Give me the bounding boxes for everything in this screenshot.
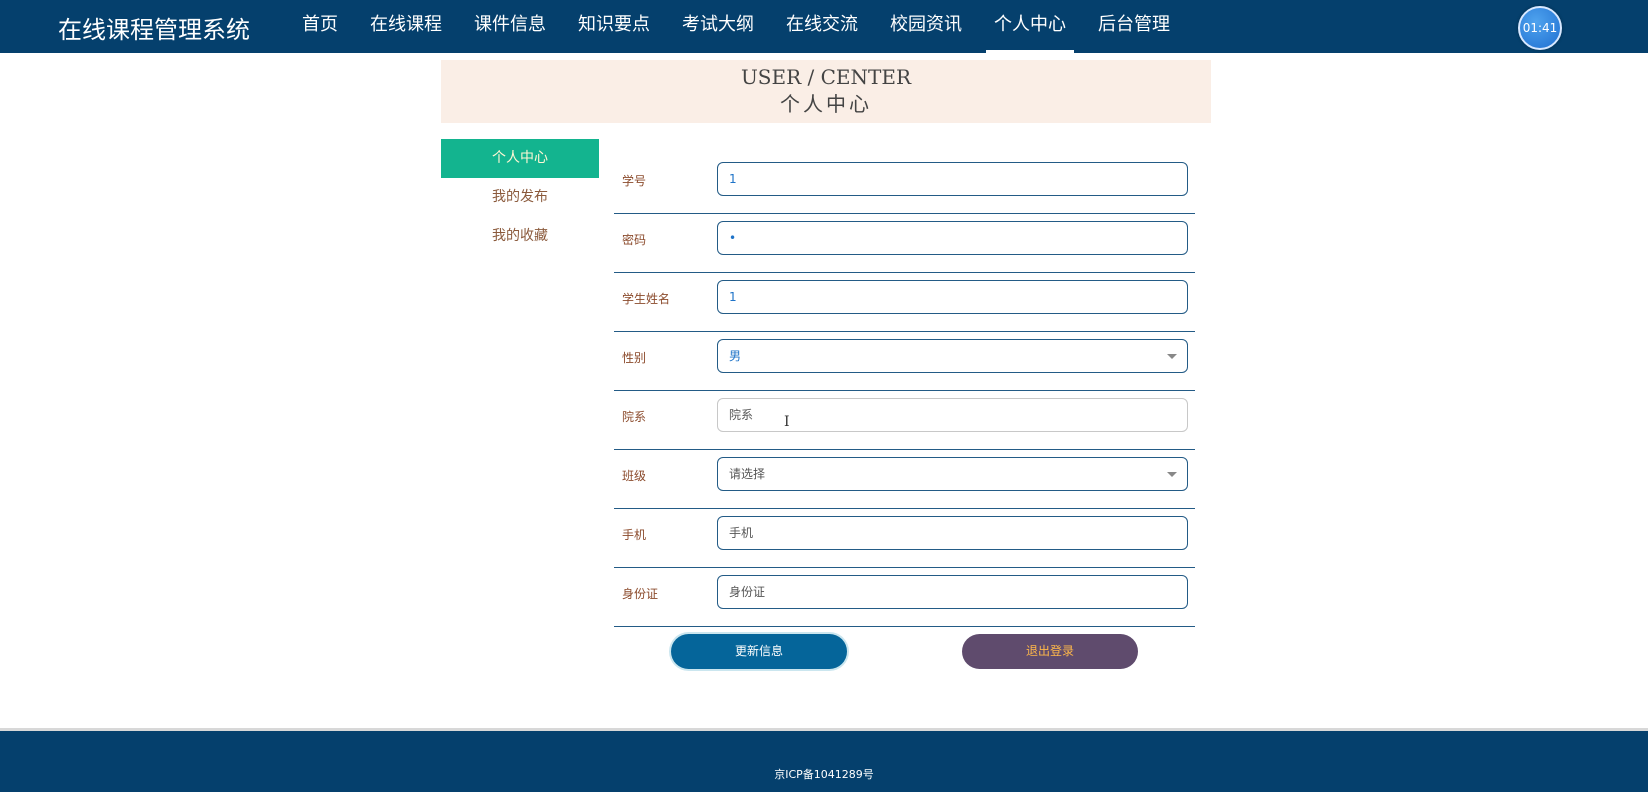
gender-selected-value: 男 [729, 349, 742, 363]
sidebar: 个人中心 我的发布 我的收藏 [441, 139, 599, 256]
icp-record: 京ICP备1041289号 [774, 768, 874, 781]
text-cursor-icon: I [784, 414, 790, 430]
clock-badge: 01:41 [1518, 6, 1562, 50]
form-row-student-no: 学号 1 [614, 155, 1195, 214]
update-info-button[interactable]: 更新信息 [671, 634, 847, 669]
page-banner: USER / CENTER 个人中心 [441, 60, 1211, 123]
nav-user-center[interactable]: 个人中心 [986, 0, 1074, 53]
nav-exam-outline[interactable]: 考试大纲 [674, 0, 762, 53]
banner-title-zh: 个人中心 [780, 92, 872, 116]
form-row-department: 院系 院系 I [614, 391, 1195, 450]
gender-select[interactable]: 男 [717, 339, 1188, 373]
form-row-student-name: 学生姓名 1 [614, 273, 1195, 332]
chevron-down-icon [1167, 472, 1177, 477]
gender-label: 性别 [622, 351, 647, 365]
id-card-label: 身份证 [622, 587, 659, 601]
form-row-id-card: 身份证 身份证 [614, 568, 1195, 627]
student-name-input[interactable]: 1 [717, 280, 1188, 314]
top-navbar: 在线课程管理系统 首页 在线课程 课件信息 知识要点 考试大纲 在线交流 校园资… [0, 0, 1648, 53]
nav-campus-news[interactable]: 校园资讯 [882, 0, 970, 53]
password-label: 密码 [622, 233, 647, 247]
student-name-label: 学生姓名 [622, 292, 671, 306]
profile-form: 学号 1 密码 • 学生姓名 1 性别 男 院系 院系 I 班级 请选择 手机 … [614, 155, 1195, 627]
logout-button[interactable]: 退出登录 [962, 634, 1138, 669]
nav-forum[interactable]: 在线交流 [778, 0, 866, 53]
form-row-class: 班级 请选择 [614, 450, 1195, 509]
sidebar-item-my-favorites[interactable]: 我的收藏 [441, 217, 599, 256]
nav-online-course[interactable]: 在线课程 [362, 0, 450, 53]
form-row-password: 密码 • [614, 214, 1195, 273]
nav-courseware[interactable]: 课件信息 [466, 0, 554, 53]
phone-label: 手机 [622, 528, 647, 542]
phone-input[interactable]: 手机 [717, 516, 1188, 550]
site-title: 在线课程管理系统 [58, 16, 250, 44]
student-no-label: 学号 [622, 174, 647, 188]
form-row-gender: 性别 男 [614, 332, 1195, 391]
nav-home[interactable]: 首页 [294, 0, 346, 53]
chevron-down-icon [1167, 354, 1177, 359]
sidebar-item-my-posts[interactable]: 我的发布 [441, 178, 599, 217]
main-nav: 首页 在线课程 课件信息 知识要点 考试大纲 在线交流 校园资讯 个人中心 后台… [294, 0, 1194, 53]
class-label: 班级 [622, 469, 647, 483]
department-label: 院系 [622, 410, 647, 424]
nav-admin[interactable]: 后台管理 [1090, 0, 1178, 53]
footer: 京ICP备1041289号 [0, 728, 1648, 792]
banner-title-en: USER / CENTER [740, 65, 912, 89]
nav-knowledge[interactable]: 知识要点 [570, 0, 658, 53]
class-selected-value: 请选择 [729, 467, 766, 481]
password-input[interactable]: • [717, 221, 1188, 255]
form-row-phone: 手机 手机 [614, 509, 1195, 568]
sidebar-item-user-center[interactable]: 个人中心 [441, 139, 599, 178]
student-no-input[interactable]: 1 [717, 162, 1188, 196]
class-select[interactable]: 请选择 [717, 457, 1188, 491]
id-card-input[interactable]: 身份证 [717, 575, 1188, 609]
